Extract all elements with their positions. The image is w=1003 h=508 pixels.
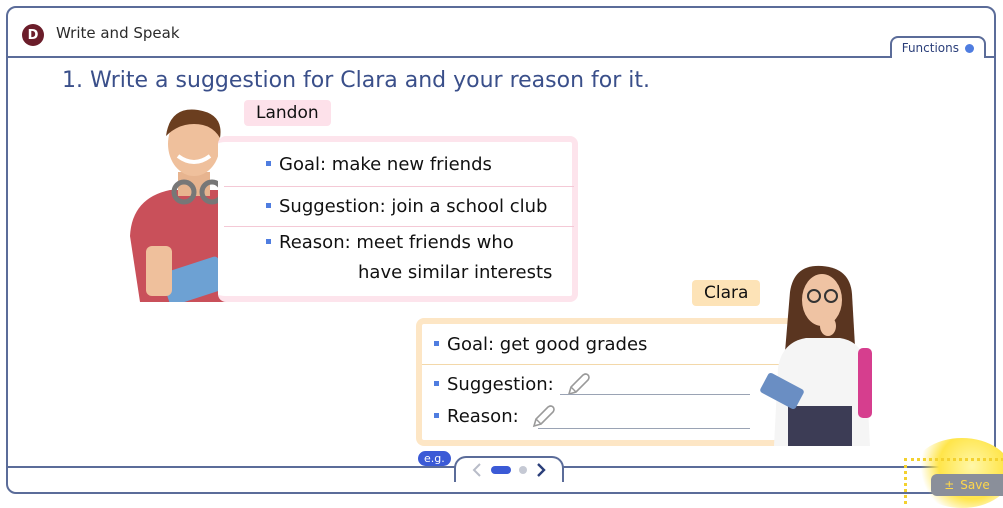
landon-suggestion-text: Suggestion: join a school club bbox=[279, 196, 548, 217]
instruction-text: 1. Write a suggestion for Clara and your… bbox=[62, 68, 650, 93]
chevron-left-icon[interactable] bbox=[471, 462, 483, 478]
bullet-icon bbox=[266, 202, 271, 208]
clara-goal: Goal: get good grades bbox=[434, 334, 647, 355]
chevron-right-icon[interactable] bbox=[535, 462, 547, 478]
clara-suggestion-label: Suggestion: bbox=[447, 374, 554, 395]
landon-reason: Reason: meet friends who bbox=[266, 232, 514, 253]
reason-input[interactable] bbox=[538, 428, 750, 429]
page-navigator bbox=[454, 456, 564, 482]
landon-divider-1 bbox=[224, 186, 574, 187]
download-icon: ± bbox=[944, 478, 955, 492]
landon-reason-continued: have similar interests bbox=[358, 262, 553, 283]
clara-photo bbox=[760, 265, 872, 446]
save-button[interactable]: ± Save bbox=[931, 474, 1003, 496]
pencil-icon[interactable] bbox=[530, 404, 556, 430]
section-badge: D bbox=[22, 24, 44, 46]
clara-divider-1 bbox=[422, 364, 792, 365]
page-indicator[interactable] bbox=[519, 466, 527, 474]
section-header: D Write and Speak Functions bbox=[8, 8, 994, 58]
page-indicator-active[interactable] bbox=[491, 466, 511, 474]
example-button[interactable]: e.g. bbox=[418, 451, 451, 466]
bullet-icon bbox=[434, 412, 439, 418]
bullet-icon bbox=[266, 160, 271, 166]
section-title: Write and Speak bbox=[56, 24, 180, 42]
clara-reason: Reason: bbox=[434, 404, 556, 430]
activity-frame: D Write and Speak Functions 1. Write a s… bbox=[6, 6, 996, 494]
clara-goal-text: Goal: get good grades bbox=[447, 334, 648, 355]
landon-goal-text: Goal: make new friends bbox=[279, 154, 492, 175]
landon-reason-text: Reason: meet friends who bbox=[279, 232, 514, 253]
functions-label: Functions bbox=[901, 41, 959, 55]
bullet-icon bbox=[266, 238, 271, 244]
bullet-icon bbox=[434, 380, 439, 386]
bullet-icon bbox=[434, 340, 439, 346]
suggestion-input[interactable] bbox=[560, 394, 750, 395]
landon-goal: Goal: make new friends bbox=[266, 154, 492, 175]
clara-name-tag: Clara bbox=[692, 280, 761, 306]
save-label: Save bbox=[960, 478, 990, 492]
landon-name-tag: Landon bbox=[244, 100, 331, 126]
landon-suggestion: Suggestion: join a school club bbox=[266, 196, 547, 217]
clara-reason-label: Reason: bbox=[447, 406, 519, 427]
chevron-down-icon bbox=[965, 43, 974, 53]
landon-divider-2 bbox=[224, 226, 574, 227]
functions-button[interactable]: Functions bbox=[889, 36, 986, 58]
